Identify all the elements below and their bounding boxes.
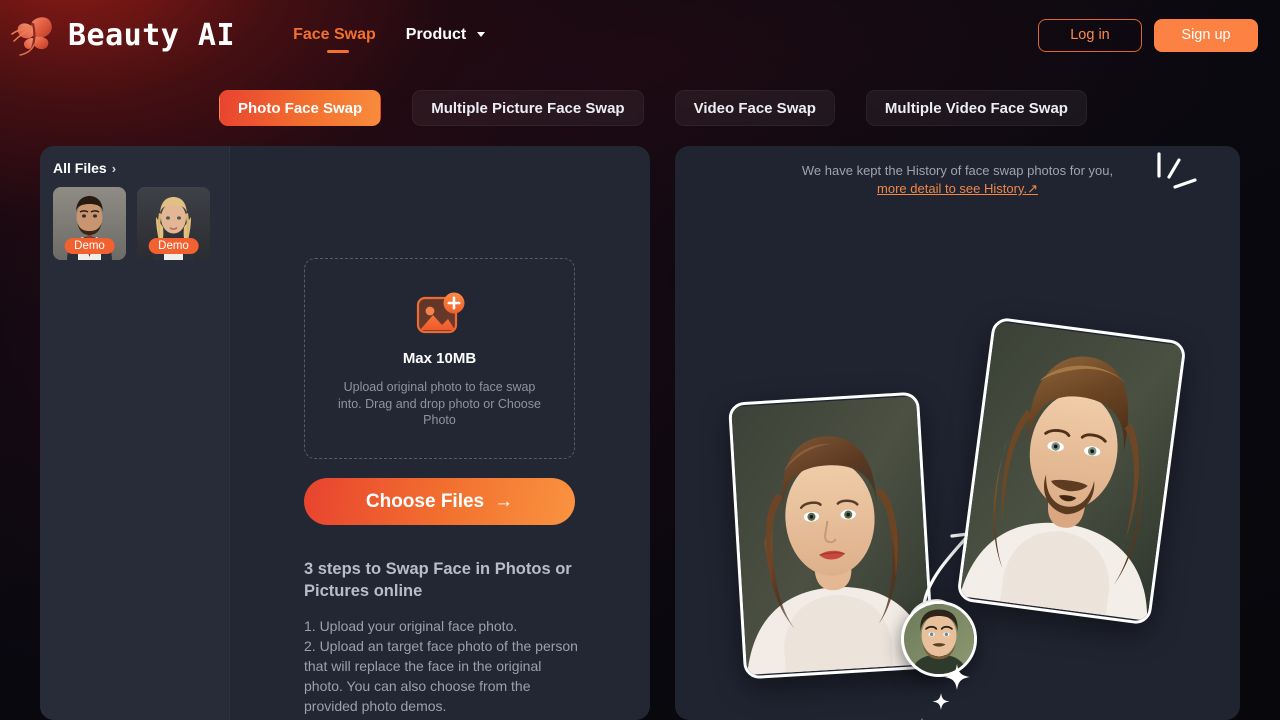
demo-thumbnail-woman[interactable]: Demo <box>137 187 210 260</box>
result-photo-card <box>956 316 1187 625</box>
nav-active-indicator <box>327 50 349 53</box>
app-root: Beauty AI Face Swap Product Log in Sign … <box>0 0 1280 720</box>
files-sidebar: All Files › <box>40 146 230 720</box>
site-header: Beauty AI Face Swap Product Log in Sign … <box>0 0 1280 70</box>
face-swap-illustration <box>675 146 1240 720</box>
tab-video-face-swap[interactable]: Video Face Swap <box>675 90 835 126</box>
demo-badge: Demo <box>148 238 199 254</box>
upload-hint: Upload original photo to face swap into.… <box>332 379 547 429</box>
nav-item-product[interactable]: Product <box>404 22 487 48</box>
tab-multiple-picture-face-swap[interactable]: Multiple Picture Face Swap <box>412 90 643 126</box>
steps-section: 3 steps to Swap Face in Photos or Pictur… <box>304 558 584 720</box>
butterfly-icon <box>10 12 58 58</box>
all-files-header[interactable]: All Files › <box>53 160 229 176</box>
sparkle-burst-icon <box>1145 146 1215 216</box>
main-nav: Face Swap Product <box>291 22 487 48</box>
chevron-right-icon: › <box>112 162 116 175</box>
nav-item-face-swap[interactable]: Face Swap <box>291 22 378 48</box>
max-size-label: Max 10MB <box>403 350 476 367</box>
steps-title: 3 steps to Swap Face in Photos or Pictur… <box>304 558 584 602</box>
upload-dropzone[interactable]: Max 10MB Upload original photo to face s… <box>304 258 575 459</box>
demo-thumbnail-man[interactable]: Demo <box>53 187 126 260</box>
image-plus-icon <box>414 292 466 340</box>
arrow-right-icon: → <box>494 492 513 511</box>
login-button[interactable]: Log in <box>1038 19 1142 52</box>
nav-item-face-swap-label: Face Swap <box>293 26 376 43</box>
all-files-label: All Files <box>53 160 107 176</box>
preview-panel: We have kept the History of face swap ph… <box>675 146 1240 720</box>
brand-name: Beauty AI <box>68 18 235 53</box>
mode-tabs: Photo Face Swap Multiple Picture Face Sw… <box>219 90 1087 126</box>
choose-files-label: Choose Files <box>366 491 484 513</box>
choose-files-button[interactable]: Choose Files → <box>304 478 575 525</box>
demo-thumbnail-list: Demo <box>53 187 229 260</box>
man-swapped-portrait-photo <box>960 320 1184 622</box>
star-sparkles-icon <box>900 646 1010 720</box>
demo-badge: Demo <box>64 238 115 254</box>
brand-logo[interactable]: Beauty AI <box>10 12 235 58</box>
workspace-panel: All Files › <box>40 146 650 720</box>
steps-body: 1. Upload your original face photo. 2. U… <box>304 616 584 720</box>
signup-button[interactable]: Sign up <box>1154 19 1258 52</box>
auth-actions: Log in Sign up <box>1038 19 1258 52</box>
tab-photo-face-swap[interactable]: Photo Face Swap <box>219 90 381 126</box>
chevron-down-icon <box>477 32 485 37</box>
nav-item-product-label: Product <box>406 26 466 43</box>
tab-multiple-video-face-swap[interactable]: Multiple Video Face Swap <box>866 90 1087 126</box>
